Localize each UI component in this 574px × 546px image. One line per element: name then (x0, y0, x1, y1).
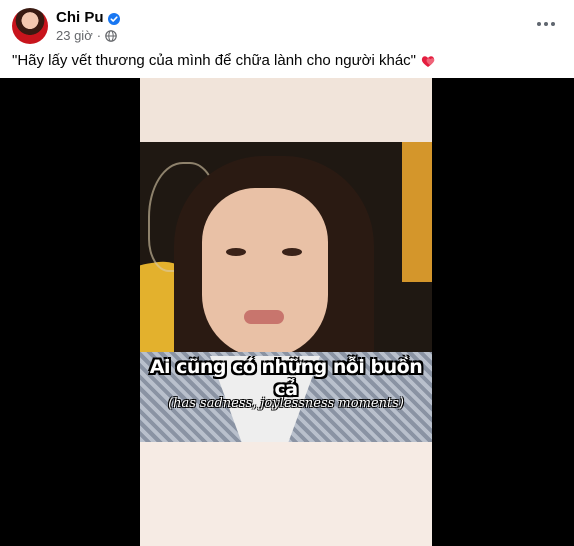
caption-text: "Hãy lấy vết thương của mình để chữa làn… (12, 52, 416, 69)
video-player[interactable]: Ai cũng có những nỗi buồn cả (has sadnes… (0, 78, 574, 546)
video-subtitle: Ai cũng có những nỗi buồn cả (149, 356, 423, 400)
post-meta: 23 giờ · (56, 28, 117, 43)
heart-icon (420, 53, 436, 69)
more-options-icon (537, 22, 555, 26)
video-top-band (140, 78, 432, 142)
verified-badge-icon (107, 12, 120, 25)
more-options-button[interactable] (532, 12, 560, 36)
person-lips (244, 310, 284, 324)
video-frame[interactable]: Ai cũng có những nỗi buồn cả (has sadnes… (140, 78, 432, 546)
author-name[interactable]: Chi Pu (56, 9, 104, 26)
author-row: Chi Pu (56, 9, 120, 26)
author-avatar[interactable] (12, 8, 48, 44)
video-subtitle-translation: (has sadness, joylessness moments) (168, 396, 404, 411)
person-face (202, 188, 328, 358)
person-eye (226, 248, 246, 256)
globe-icon (105, 29, 117, 42)
meta-separator: · (96, 28, 102, 43)
background-shape (402, 142, 432, 282)
post-timestamp[interactable]: 23 giờ (56, 28, 93, 43)
person-eye (282, 248, 302, 256)
post-caption: "Hãy lấy vết thương của mình để chữa làn… (12, 52, 436, 69)
video-controls (0, 510, 574, 546)
post-header: Chi Pu 23 giờ · (0, 0, 574, 48)
